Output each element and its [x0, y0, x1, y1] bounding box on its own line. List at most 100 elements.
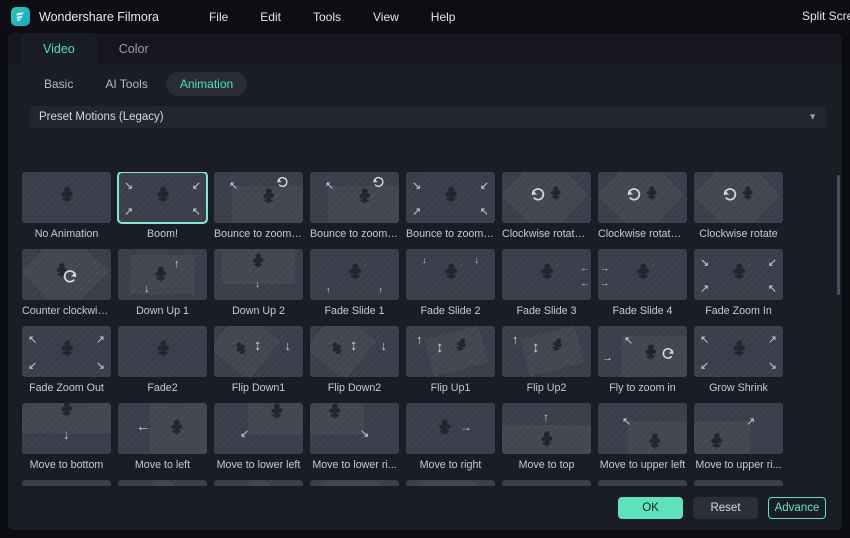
- animation-preset-label: No Animation: [34, 228, 99, 240]
- animation-thumbnail[interactable]: ↖ ↗ ↙ ↘: [22, 326, 111, 377]
- animation-preset-label: Bounce to zoom ...: [214, 228, 303, 240]
- animation-thumbnail[interactable]: ↓: [22, 403, 111, 454]
- animation-thumbnail[interactable]: ↕ ↓: [310, 326, 399, 377]
- animation-thumbnail[interactable]: ↕ ↓: [214, 326, 303, 377]
- menu-item-help[interactable]: Help: [415, 6, 472, 28]
- animation-preset-no-animation[interactable]: No Animation: [22, 172, 118, 249]
- animation-preset-label: Fade Zoom Out: [29, 382, 104, 394]
- animation-preset-bounce-to-zoom[interactable]: ↖ Bounce to zoom ...: [214, 172, 310, 249]
- menu-item-file[interactable]: File: [193, 6, 244, 28]
- animation-thumbnail[interactable]: ↓: [214, 249, 303, 300]
- animation-preset-label: Move to lower left: [216, 459, 301, 471]
- animation-thumbnail[interactable]: ↖: [214, 172, 303, 223]
- animation-thumbnail[interactable]: ↖: [598, 403, 687, 454]
- animation-preset-label: Bounce to zoom ...: [406, 228, 495, 240]
- animation-preset-move-to-lower-left[interactable]: ↙ Move to lower left: [214, 403, 310, 480]
- animation-thumbnail[interactable]: ↖ →: [598, 326, 687, 377]
- animation-thumbnail[interactable]: [22, 172, 111, 223]
- tab-animation[interactable]: Animation: [165, 72, 248, 96]
- animation-preset-label: Move to top: [518, 459, 575, 471]
- animation-preset-move-to-left[interactable]: ← Move to left: [118, 403, 214, 480]
- animation-thumbnail[interactable]: →: [406, 403, 495, 454]
- animation-preset-move-to-bottom[interactable]: ↓ Move to bottom: [22, 403, 118, 480]
- animation-preset-fly-to-zoom-in[interactable]: ↖ → Fly to zoom in: [598, 326, 694, 403]
- animation-thumbnail[interactable]: [118, 326, 207, 377]
- animation-preset-counter-clockwis[interactable]: Counter clockwis...: [22, 249, 118, 326]
- reset-button[interactable]: Reset: [693, 497, 758, 519]
- animation-thumbnail[interactable]: ↓ ↓: [406, 249, 495, 300]
- tab-basic[interactable]: Basic: [30, 72, 87, 96]
- animation-thumbnail[interactable]: ↘ ↙ ↗ ↖: [406, 172, 495, 223]
- animation-preset-fade-slide-3[interactable]: ← ← Fade Slide 3: [502, 249, 598, 326]
- grid-scrollbar[interactable]: [837, 175, 840, 295]
- preset-category-value: Preset Motions (Legacy): [39, 111, 164, 123]
- animation-thumbnail[interactable]: ↑ ↓: [118, 249, 207, 300]
- animation-preset-label: Move to bottom: [29, 459, 104, 471]
- animation-preset-label: Flip Up2: [526, 382, 567, 394]
- animation-thumbnail[interactable]: [502, 172, 591, 223]
- animation-preset-boom[interactable]: ↘ ↙ ↗ ↖ Boom!: [117, 172, 214, 249]
- advance-button[interactable]: Advance: [768, 497, 826, 519]
- animation-preset-flip-down2[interactable]: ↕ ↓ Flip Down2: [310, 326, 406, 403]
- animation-preset-grow-shrink[interactable]: ↖ ↗ ↙ ↘ Grow Shrink: [694, 326, 790, 403]
- animation-preset-clockwise-rotate[interactable]: Clockwise rotate ...: [502, 172, 598, 249]
- animation-preset-flip-up1[interactable]: ↕ ↑ Flip Up1: [406, 326, 502, 403]
- animation-preset-move-to-right[interactable]: → Move to right: [406, 403, 502, 480]
- animation-thumbnail[interactable]: ↑ ↑: [310, 249, 399, 300]
- animation-preset-label: Grow Shrink: [709, 382, 768, 394]
- animation-thumbnail[interactable]: ↕ ↑: [502, 326, 591, 377]
- animation-thumbnail[interactable]: ↖: [310, 172, 399, 223]
- menu-item-edit[interactable]: Edit: [244, 6, 297, 28]
- animation-preset-move-to-top[interactable]: ↑ Move to top: [502, 403, 598, 480]
- animation-preset-flip-down1[interactable]: ↕ ↓ Flip Down1: [214, 326, 310, 403]
- animation-preset-move-to-lower-ri[interactable]: ↘ Move to lower ri...: [310, 403, 406, 480]
- animation-thumbnail[interactable]: ↖ ↗ ↙ ↘: [694, 326, 783, 377]
- tab-video[interactable]: Video: [21, 33, 97, 64]
- animation-preset-down-up-1[interactable]: ↑ ↓ Down Up 1: [118, 249, 214, 326]
- animation-preset-label: Move to upper left: [599, 459, 686, 471]
- animation-preset-bounce-to-zoom[interactable]: ↖ Bounce to zoom ...: [310, 172, 406, 249]
- animation-preset-move-to-upper-left[interactable]: ↖ Move to upper left: [598, 403, 694, 480]
- animation-thumbnail[interactable]: ↙: [214, 403, 303, 454]
- animation-thumbnail[interactable]: [598, 172, 687, 223]
- animation-preset-move-to-upper-ri[interactable]: ↗ Move to upper ri...: [694, 403, 790, 480]
- animation-thumbnail[interactable]: ↘: [310, 403, 399, 454]
- title-bar: Wondershare Filmora File Edit Tools View…: [0, 0, 850, 33]
- animation-thumbnail[interactable]: [22, 249, 111, 300]
- animation-preset-flip-up2[interactable]: ↕ ↑ Flip Up2: [502, 326, 598, 403]
- animation-thumbnail[interactable]: [694, 172, 783, 223]
- animation-grid: No Animation ↘ ↙ ↗ ↖ Boom! ↖ Bounce to zo…: [8, 172, 842, 501]
- animation-thumbnail[interactable]: ↕ ↑: [406, 326, 495, 377]
- animation-thumbnail[interactable]: ↗: [694, 403, 783, 454]
- animation-preset-fade-zoom-out[interactable]: ↖ ↗ ↙ ↘ Fade Zoom Out: [22, 326, 118, 403]
- animation-thumbnail[interactable]: ← ←: [502, 249, 591, 300]
- animation-preset-fade-zoom-in[interactable]: ↘ ↙ ↗ ↖ Fade Zoom In: [694, 249, 790, 326]
- animation-preset-label: Down Up 1: [136, 305, 189, 317]
- animation-thumbnail[interactable]: ↘ ↙ ↗ ↖: [694, 249, 783, 300]
- animation-preset-label: Bounce to zoom ...: [310, 228, 399, 240]
- tab-ai-tools[interactable]: AI Tools: [91, 72, 161, 96]
- tab-color[interactable]: Color: [97, 33, 171, 64]
- animation-thumbnail[interactable]: ↘ ↙ ↗ ↖: [117, 172, 208, 224]
- menu-item-tools[interactable]: Tools: [297, 6, 357, 28]
- animation-preset-fade-slide-4[interactable]: → → Fade Slide 4: [598, 249, 694, 326]
- animation-preset-clockwise-rotate[interactable]: Clockwise rotate: [694, 172, 790, 249]
- animation-preset-down-up-2[interactable]: ↓ Down Up 2: [214, 249, 310, 326]
- animation-preset-fade-slide-2[interactable]: ↓ ↓ Fade Slide 2: [406, 249, 502, 326]
- animation-preset-label: Fly to zoom in: [609, 382, 676, 394]
- animation-preset-fade2[interactable]: Fade2: [118, 326, 214, 403]
- secondary-tab-bar: Basic AI Tools Animation: [8, 64, 842, 104]
- animation-preset-label: Clockwise rotate ...: [598, 228, 687, 240]
- animation-preset-clockwise-rotate[interactable]: Clockwise rotate ...: [598, 172, 694, 249]
- animation-preset-fade-slide-1[interactable]: ↑ ↑ Fade Slide 1: [310, 249, 406, 326]
- split-screen-label[interactable]: Split Scre: [802, 9, 850, 23]
- animation-thumbnail[interactable]: ←: [118, 403, 207, 454]
- ok-button[interactable]: OK: [618, 497, 683, 519]
- preset-category-dropdown[interactable]: Preset Motions (Legacy) ▼: [30, 106, 826, 128]
- animation-preset-label: Move to right: [419, 459, 482, 471]
- menu-item-view[interactable]: View: [357, 6, 415, 28]
- animation-thumbnail[interactable]: ↑: [502, 403, 591, 454]
- animation-thumbnail[interactable]: → →: [598, 249, 687, 300]
- animation-preset-bounce-to-zoom[interactable]: ↘ ↙ ↗ ↖ Bounce to zoom ...: [406, 172, 502, 249]
- animation-grid-scroll[interactable]: No Animation ↘ ↙ ↗ ↖ Boom! ↖ Bounce to zo…: [8, 172, 842, 501]
